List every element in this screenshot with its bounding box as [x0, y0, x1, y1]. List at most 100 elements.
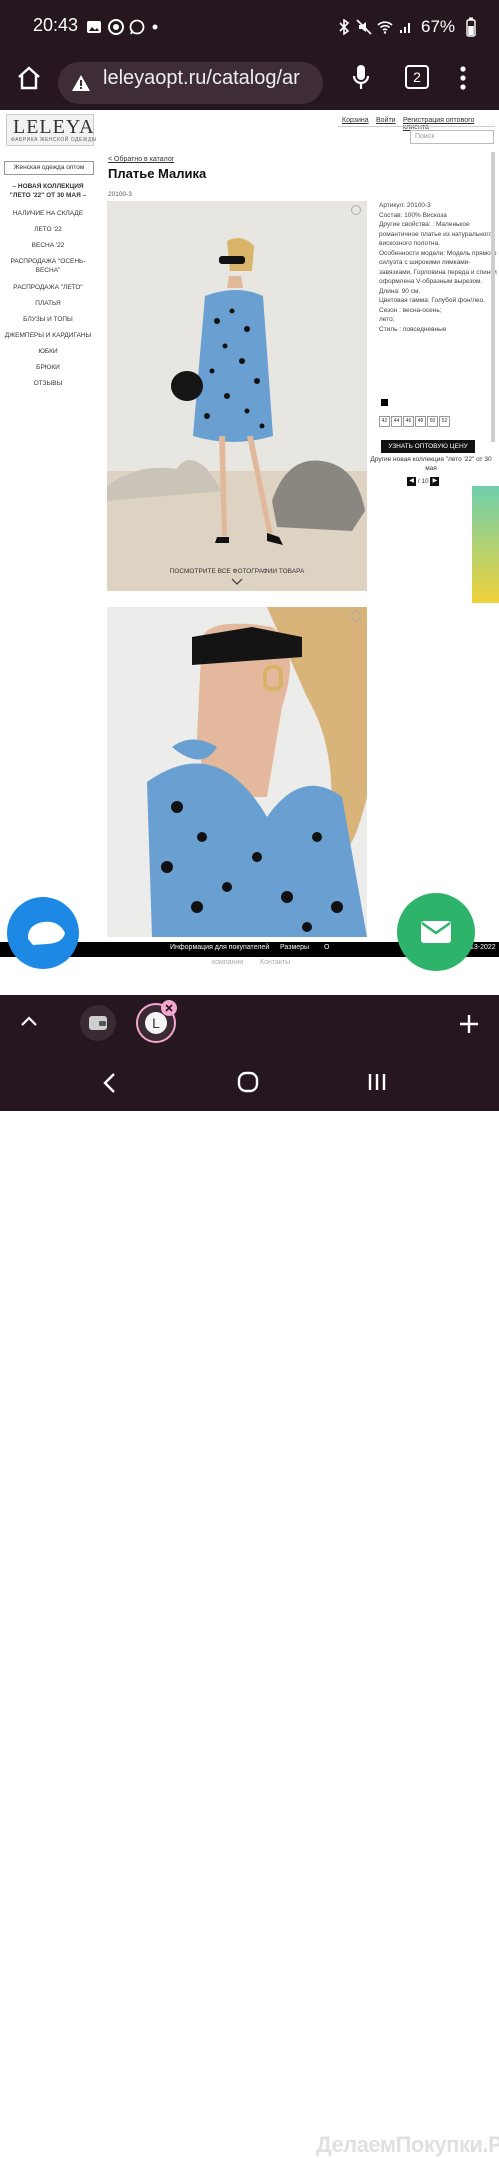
- sidebar-item-sale-autumn-spring[interactable]: РАСПРОДАЖА "ОСЕНЬ-ВЕСНА": [4, 257, 92, 275]
- size-option[interactable]: 42: [379, 416, 390, 427]
- zoom-icon[interactable]: [351, 205, 361, 215]
- footer-link-contacts[interactable]: Контакты: [260, 959, 290, 966]
- info-length: Длина: 90 см.: [379, 287, 421, 295]
- close-icon: [165, 1004, 173, 1012]
- product-photo-main-image: [107, 201, 367, 591]
- footer-copyright: 13-2022: [470, 944, 496, 951]
- sidebar-item-summer22[interactable]: ЛЕТО '22: [4, 225, 92, 234]
- sidebar-item-skirts[interactable]: ЮБКИ: [4, 347, 92, 356]
- info-article: Артикул: 20100-3: [379, 202, 431, 209]
- wallet-tab[interactable]: [80, 1005, 116, 1041]
- product-sku: 20100-3: [108, 191, 132, 198]
- recents-icon[interactable]: [367, 1072, 387, 1092]
- info-properties: Другие свойства: : Маленькое романтичное…: [379, 221, 493, 247]
- footer-link-company[interactable]: компании: [212, 959, 243, 966]
- site-logo[interactable]: LELEYA ФАБРИКА ЖЕНСКОЙ ОДЕЖДЫ: [6, 114, 97, 146]
- sidebar-item-trousers[interactable]: БРЮКИ: [4, 363, 92, 372]
- category-button[interactable]: Женская одежда оптом: [4, 161, 94, 175]
- signal-icon: [400, 23, 410, 33]
- sidebar-item-blouses[interactable]: БЛУЗЫ И ТОПЫ: [4, 315, 92, 324]
- pager: ◀ / 10 ▶: [407, 477, 440, 486]
- plus-icon[interactable]: [459, 1014, 479, 1034]
- dot-icon: [152, 24, 158, 30]
- size-option[interactable]: 52: [439, 416, 450, 427]
- site-favicon: L: [145, 1012, 167, 1034]
- clock: 20:43: [33, 15, 79, 35]
- back-to-catalog-link[interactable]: < Обратно в каталог: [108, 156, 174, 163]
- cart-link[interactable]: Корзина: [342, 117, 369, 124]
- search-input[interactable]: Поиск: [410, 130, 494, 144]
- home-icon[interactable]: [16, 65, 42, 91]
- url-text[interactable]: leleyaopt.ru/catalog/ar: [103, 67, 315, 90]
- sidebar-item-new-collection[interactable]: – НОВАЯ КОЛЛЕКЦИЯ "ЛЕТО '22" ОТ 30 МАЯ –: [4, 182, 92, 200]
- product-photo-secondary-image: [107, 607, 367, 937]
- product-photo-main[interactable]: ПОСМОТРИТЕ ВСЕ ФОТОГРАФИИ ТОВАРА: [107, 201, 367, 591]
- other-products-link[interactable]: Другие новая коллекция "лето '22" от 30 …: [365, 455, 497, 473]
- info-season-2: лето;: [379, 316, 395, 323]
- system-nav-bar: ДелаемПокупки.Ру: [0, 1055, 499, 2157]
- prev-button[interactable]: ◀: [407, 477, 416, 486]
- header-divider: [338, 126, 495, 127]
- overflow-menu-icon[interactable]: [459, 64, 467, 92]
- footer-link-buyers[interactable]: Информация для покупателей: [170, 944, 269, 951]
- chrome-icon: [108, 19, 124, 35]
- chevron-down-icon[interactable]: [231, 578, 243, 586]
- sidebar-item-jumpers[interactable]: ДЖЕМПЕРЫ И КАРДИГАНЫ: [4, 331, 92, 340]
- logo-tagline: ФАБРИКА ЖЕНСКОЙ ОДЕЖДЫ: [11, 137, 97, 143]
- all-photos-link[interactable]: ПОСМОТРИТЕ ВСЕ ФОТОГРАФИИ ТОВАРА: [107, 568, 367, 575]
- status-bar: 20:43 67%: [0, 0, 499, 56]
- color-swatch[interactable]: [381, 399, 388, 406]
- back-icon[interactable]: [102, 1072, 116, 1094]
- size-option[interactable]: 48: [415, 416, 426, 427]
- wholesale-price-button[interactable]: УЗНАТЬ ОПТОВУЮ ЦЕНУ: [381, 440, 475, 453]
- sidebar-item-reviews[interactable]: ОТЗЫВЫ: [4, 379, 92, 388]
- info-color: Цветовая гамма: Голубой фон/лео.: [379, 297, 486, 304]
- battery-text: 67%: [421, 17, 456, 36]
- product-title: Платье Малика: [108, 166, 207, 181]
- mute-icon: [356, 19, 372, 35]
- next-button[interactable]: ▶: [430, 477, 440, 486]
- tab-bar: L: [0, 995, 499, 1055]
- register-link[interactable]: Регистрация оптового клиента: [403, 117, 499, 131]
- side-tab[interactable]: [472, 486, 499, 603]
- sidebar-item-sale-summer[interactable]: РАСПРОДАЖА "ЛЕТО": [4, 283, 92, 292]
- close-tab-button[interactable]: [161, 1000, 177, 1016]
- info-season: Сезон : весна-осень;: [379, 306, 442, 314]
- bluetooth-icon: [339, 19, 350, 35]
- info-composition: Состав: 100% Вискоза: [379, 211, 447, 219]
- scrollbar-thumb[interactable]: [491, 152, 495, 442]
- sidebar-item-in-stock[interactable]: НАЛИЧИЕ НА СКЛАДЕ: [4, 209, 92, 218]
- whatsapp-icon: [129, 19, 145, 35]
- browser-toolbar: leleyaopt.ru/catalog/ar 2: [0, 56, 499, 110]
- info-features: Особенности модели: Модель прямого силуэ…: [379, 249, 497, 286]
- size-option[interactable]: 44: [391, 416, 402, 427]
- home-button-icon[interactable]: [237, 1071, 259, 1093]
- web-page: LELEYA ФАБРИКА ЖЕНСКОЙ ОДЕЖДЫ Корзина Во…: [0, 110, 499, 995]
- mail-icon: [421, 921, 451, 943]
- zoom-icon-2[interactable]: [351, 611, 361, 621]
- info-style: Стиль : повседневные: [379, 325, 447, 333]
- wallet-icon: [89, 1016, 107, 1030]
- chat-icon: [27, 921, 65, 945]
- product-photo-secondary[interactable]: [107, 607, 367, 937]
- gallery-icon: [87, 21, 101, 33]
- warning-icon[interactable]: [71, 73, 91, 93]
- microphone-icon[interactable]: [352, 64, 370, 92]
- product-info: Артикул: 20100-3 Состав: 100% Вискоза Др…: [379, 201, 497, 334]
- size-option[interactable]: 46: [403, 416, 414, 427]
- sidebar-item-dresses[interactable]: ПЛАТЬЯ: [4, 299, 92, 308]
- login-link[interactable]: Войти: [376, 117, 396, 124]
- footer-link-sizes[interactable]: Размеры: [280, 944, 309, 951]
- logo-text: LELEYA: [13, 116, 95, 138]
- watermark: ДелаемПокупки.Ру: [316, 2132, 499, 2157]
- tab-switcher-button[interactable]: 2: [405, 65, 429, 89]
- wifi-icon: [377, 21, 393, 34]
- battery-icon: [466, 17, 476, 37]
- chevron-up-icon[interactable]: [21, 1016, 37, 1026]
- sidebar-item-spring22[interactable]: ВЕСНА '22: [4, 241, 92, 250]
- footer-link-about[interactable]: О: [324, 944, 329, 951]
- pager-text: / 10: [417, 478, 429, 486]
- chat-bubble-button[interactable]: [7, 897, 79, 969]
- size-option[interactable]: 50: [427, 416, 438, 427]
- mail-button[interactable]: [397, 893, 475, 971]
